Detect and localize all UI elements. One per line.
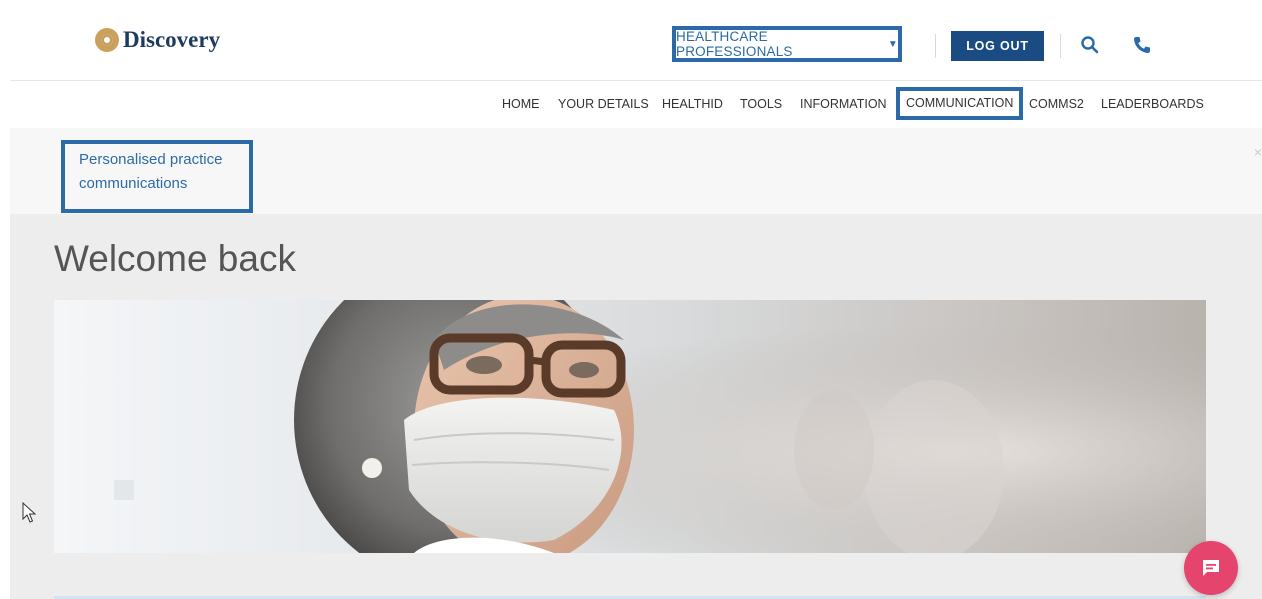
nav-item-leaderboards[interactable]: LEADERBOARDS xyxy=(1101,97,1204,111)
page-title: Welcome back xyxy=(54,238,296,279)
personalised-communications-link[interactable]: Personalised practice communications xyxy=(61,140,253,213)
audience-dropdown[interactable]: HEALTHCARE PROFESSIONALS ▼ xyxy=(672,26,902,62)
chat-icon xyxy=(1203,560,1219,576)
nav-item-healthid[interactable]: HEALTHID xyxy=(662,97,723,111)
search-icon[interactable] xyxy=(1078,33,1102,57)
discovery-logo[interactable]: Discovery xyxy=(95,27,220,53)
phone-icon[interactable] xyxy=(1130,33,1154,57)
nav-item-comms2[interactable]: COMMS2 xyxy=(1029,97,1084,111)
header-divider xyxy=(935,34,936,58)
nav-item-home[interactable]: HOME xyxy=(502,97,540,111)
main-nav: HOME YOUR DETAILS HEALTHID TOOLS INFORMA… xyxy=(10,81,1262,128)
header-divider xyxy=(1060,34,1061,58)
notice-line-1: Personalised practice xyxy=(79,151,223,168)
notification-bar: Personalised practice communications × xyxy=(10,128,1262,214)
top-header: Discovery HEALTHCARE PROFESSIONALS ▼ LOG… xyxy=(10,10,1262,81)
nav-item-information[interactable]: INFORMATION xyxy=(800,97,887,111)
notice-line-2: communications xyxy=(79,175,188,192)
logo-text: Discovery xyxy=(123,27,221,52)
mouse-cursor-icon xyxy=(22,502,37,523)
logout-button[interactable]: LOG OUT xyxy=(951,31,1044,61)
chat-button[interactable] xyxy=(1184,541,1238,595)
nav-item-your-details[interactable]: YOUR DETAILS xyxy=(558,97,649,111)
hero-photo-illustration xyxy=(54,300,1206,553)
nav-item-communication[interactable]: COMMUNICATION xyxy=(896,87,1024,120)
nav-item-tools[interactable]: TOOLS xyxy=(740,97,782,111)
audience-dropdown-label: HEALTHCARE PROFESSIONALS xyxy=(676,29,793,59)
discovery-logo-icon xyxy=(95,28,119,52)
caret-down-icon: ▼ xyxy=(887,38,898,50)
hero-image xyxy=(54,300,1206,553)
browser-viewport: Discovery HEALTHCARE PROFESSIONALS ▼ LOG… xyxy=(10,10,1262,599)
close-icon[interactable]: × xyxy=(1254,144,1262,160)
